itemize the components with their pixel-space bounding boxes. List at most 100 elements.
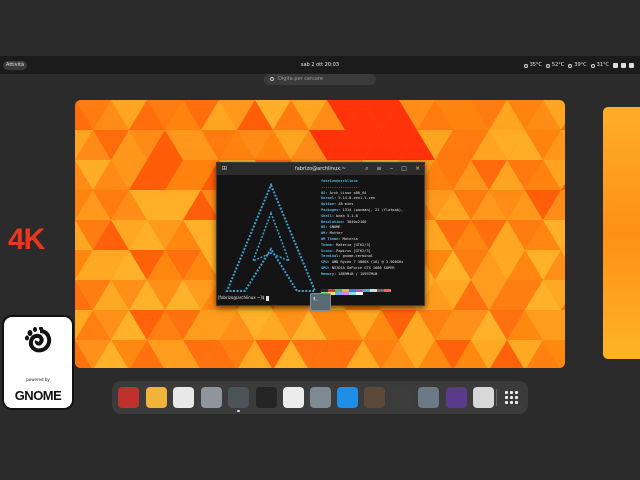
system-info: fabrizo@archlinux ----------------- OS: … [321, 179, 403, 278]
volume-icon [621, 63, 626, 68]
dock-rhythmbox-icon[interactable] [118, 387, 139, 408]
dock-settings-icon[interactable] [310, 387, 331, 408]
info-row: WM: Mutter [321, 231, 343, 235]
color-swatch [342, 292, 349, 295]
search-placeholder: Digita per cercare [278, 76, 323, 82]
workspace-preview-next[interactable] [603, 107, 640, 359]
info-key: Icons [321, 248, 332, 253]
info-row: GPU: NVIDIA GeForce GTX 1660 SUPER [321, 266, 395, 270]
dock-files-icon[interactable] [201, 387, 222, 408]
dock-passwords-icon[interactable] [418, 387, 439, 408]
gnome-badge: powered by GNOME [4, 317, 72, 408]
network-icon [613, 63, 618, 68]
info-row: Memory: 1869MiB / 15997MiB [321, 272, 377, 276]
minimize-icon[interactable]: ‒ [389, 163, 393, 175]
running-indicator [237, 410, 240, 412]
menu-icon[interactable]: ≡ [376, 163, 381, 175]
thermometer-icon [545, 63, 550, 68]
info-key: Memory [321, 271, 334, 276]
color-swatch [370, 289, 377, 292]
resolution-label: 4K [8, 223, 45, 256]
grid-dot [505, 396, 508, 399]
search-icon[interactable]: ⌕ [365, 163, 368, 175]
info-row: Packages: 1314 (pacman), 21 (flatpak), [321, 208, 403, 212]
info-value: NVIDIA GeForce GTX 1660 SUPER [331, 265, 395, 270]
dock-text-editor-icon[interactable] [283, 387, 304, 408]
info-row: DE: GNOME [321, 225, 340, 229]
info-key: Resolution [321, 219, 343, 224]
dock-purple-app-icon[interactable] [446, 387, 467, 408]
power-icon [629, 63, 634, 68]
info-value: 1314 (pacman), 21 (flatpak), [342, 207, 404, 212]
color-swatch [363, 289, 370, 292]
terminal-icon: $_ [313, 296, 318, 301]
info-header: fabrizo@archlinux [321, 179, 358, 183]
grid-dot [515, 391, 518, 394]
grid-dot [510, 396, 513, 399]
info-row: WM Theme: Materia [321, 237, 358, 241]
info-row: CPU: AMD Ryzen 7 3800X (16) @ 3.900GHz [321, 260, 403, 264]
thermometer-icon [568, 63, 573, 68]
info-row: Icons: Papirus [GTK2/3] [321, 249, 371, 253]
search-icon [270, 77, 274, 81]
info-key: Terminal [321, 254, 339, 259]
dock-downloader-icon[interactable] [337, 387, 358, 408]
info-value: gnome-terminal [342, 254, 373, 259]
dock-keyboard-app-icon[interactable] [391, 387, 412, 408]
info-value: bash 5.1.8 [336, 213, 358, 218]
gnome-wordmark: GNOME [14, 388, 62, 403]
dock-separator [496, 389, 497, 406]
info-value: 5.14.8-zen1-1-zen [338, 196, 376, 201]
info-value: 1869MiB / 15997MiB [338, 271, 378, 276]
terminal-headerbar[interactable]: ⊞ fabrizo@archlinux:~ ⌕ ≡ ‒ □ × [217, 163, 424, 175]
color-swatch [335, 292, 342, 295]
grid-dot [510, 391, 513, 394]
dash [112, 381, 528, 414]
thermometer-icon [590, 63, 595, 68]
info-row: Kernel: 5.14.8-zen1-1-zen [321, 196, 375, 200]
grid-dot [515, 401, 518, 404]
info-value: Mutter [329, 231, 343, 236]
info-separator: ----------------- [321, 184, 358, 189]
temp-sensor-4: 31°C [590, 61, 609, 70]
search-input[interactable]: Digita per cercare [264, 74, 376, 85]
grid-dot [505, 391, 508, 394]
info-key: Packages [321, 207, 339, 212]
dock-chrome-icon[interactable] [173, 387, 194, 408]
powered-by-label: powered by [26, 377, 50, 382]
info-key: Shell [321, 213, 332, 218]
dock-audio-mixer-icon[interactable] [473, 387, 494, 408]
info-key: Uptime [321, 202, 334, 207]
info-row: Resolution: 3840x2160 [321, 220, 366, 224]
shell-prompt[interactable]: [fabrizo@archlinux ~]$ [218, 295, 269, 301]
system-tray[interactable]: 35°C 52°C 39°C 31°C [523, 61, 634, 70]
terminal-body[interactable]: fabrizo@archlinux ----------------- OS: … [217, 175, 424, 305]
color-swatch [377, 289, 384, 292]
thermometer-icon [523, 63, 528, 68]
temp-sensor-1: 35°C [523, 61, 542, 70]
terminal-window-thumbnail[interactable]: $_ [310, 293, 331, 311]
info-row: Shell: bash 5.1.8 [321, 214, 358, 218]
info-value: AMD Ryzen 7 3800X (16) @ 3.900GHz [331, 260, 404, 265]
dock-terminal-icon[interactable] [228, 387, 249, 408]
info-value: 3840x2160 [346, 219, 367, 224]
grid-dot [510, 401, 513, 404]
dock-system-monitor-icon[interactable] [256, 387, 277, 408]
color-swatch [349, 292, 356, 295]
terminal-window[interactable]: ⊞ fabrizo@archlinux:~ ⌕ ≡ ‒ □ × fabrizo@… [216, 162, 425, 306]
show-apps-icon[interactable] [505, 391, 518, 404]
info-row: Theme: Materia [GTK2/3] [321, 243, 371, 247]
dock-gimp-icon[interactable] [364, 387, 385, 408]
info-row: OS: Arch Linux x86_64 [321, 191, 366, 195]
dock-mail-icon[interactable] [146, 387, 167, 408]
system-status-icons[interactable] [613, 63, 634, 68]
close-icon[interactable]: × [415, 163, 420, 175]
color-swatches [321, 289, 391, 295]
maximize-icon[interactable]: □ [401, 163, 407, 175]
grid-dot [515, 396, 518, 399]
info-row: Terminal: gnome-terminal [321, 254, 373, 258]
info-value: GNOME [329, 225, 341, 230]
info-value: 48 mins [338, 202, 354, 207]
text-cursor [265, 295, 269, 301]
info-key: Kernel [321, 196, 334, 201]
